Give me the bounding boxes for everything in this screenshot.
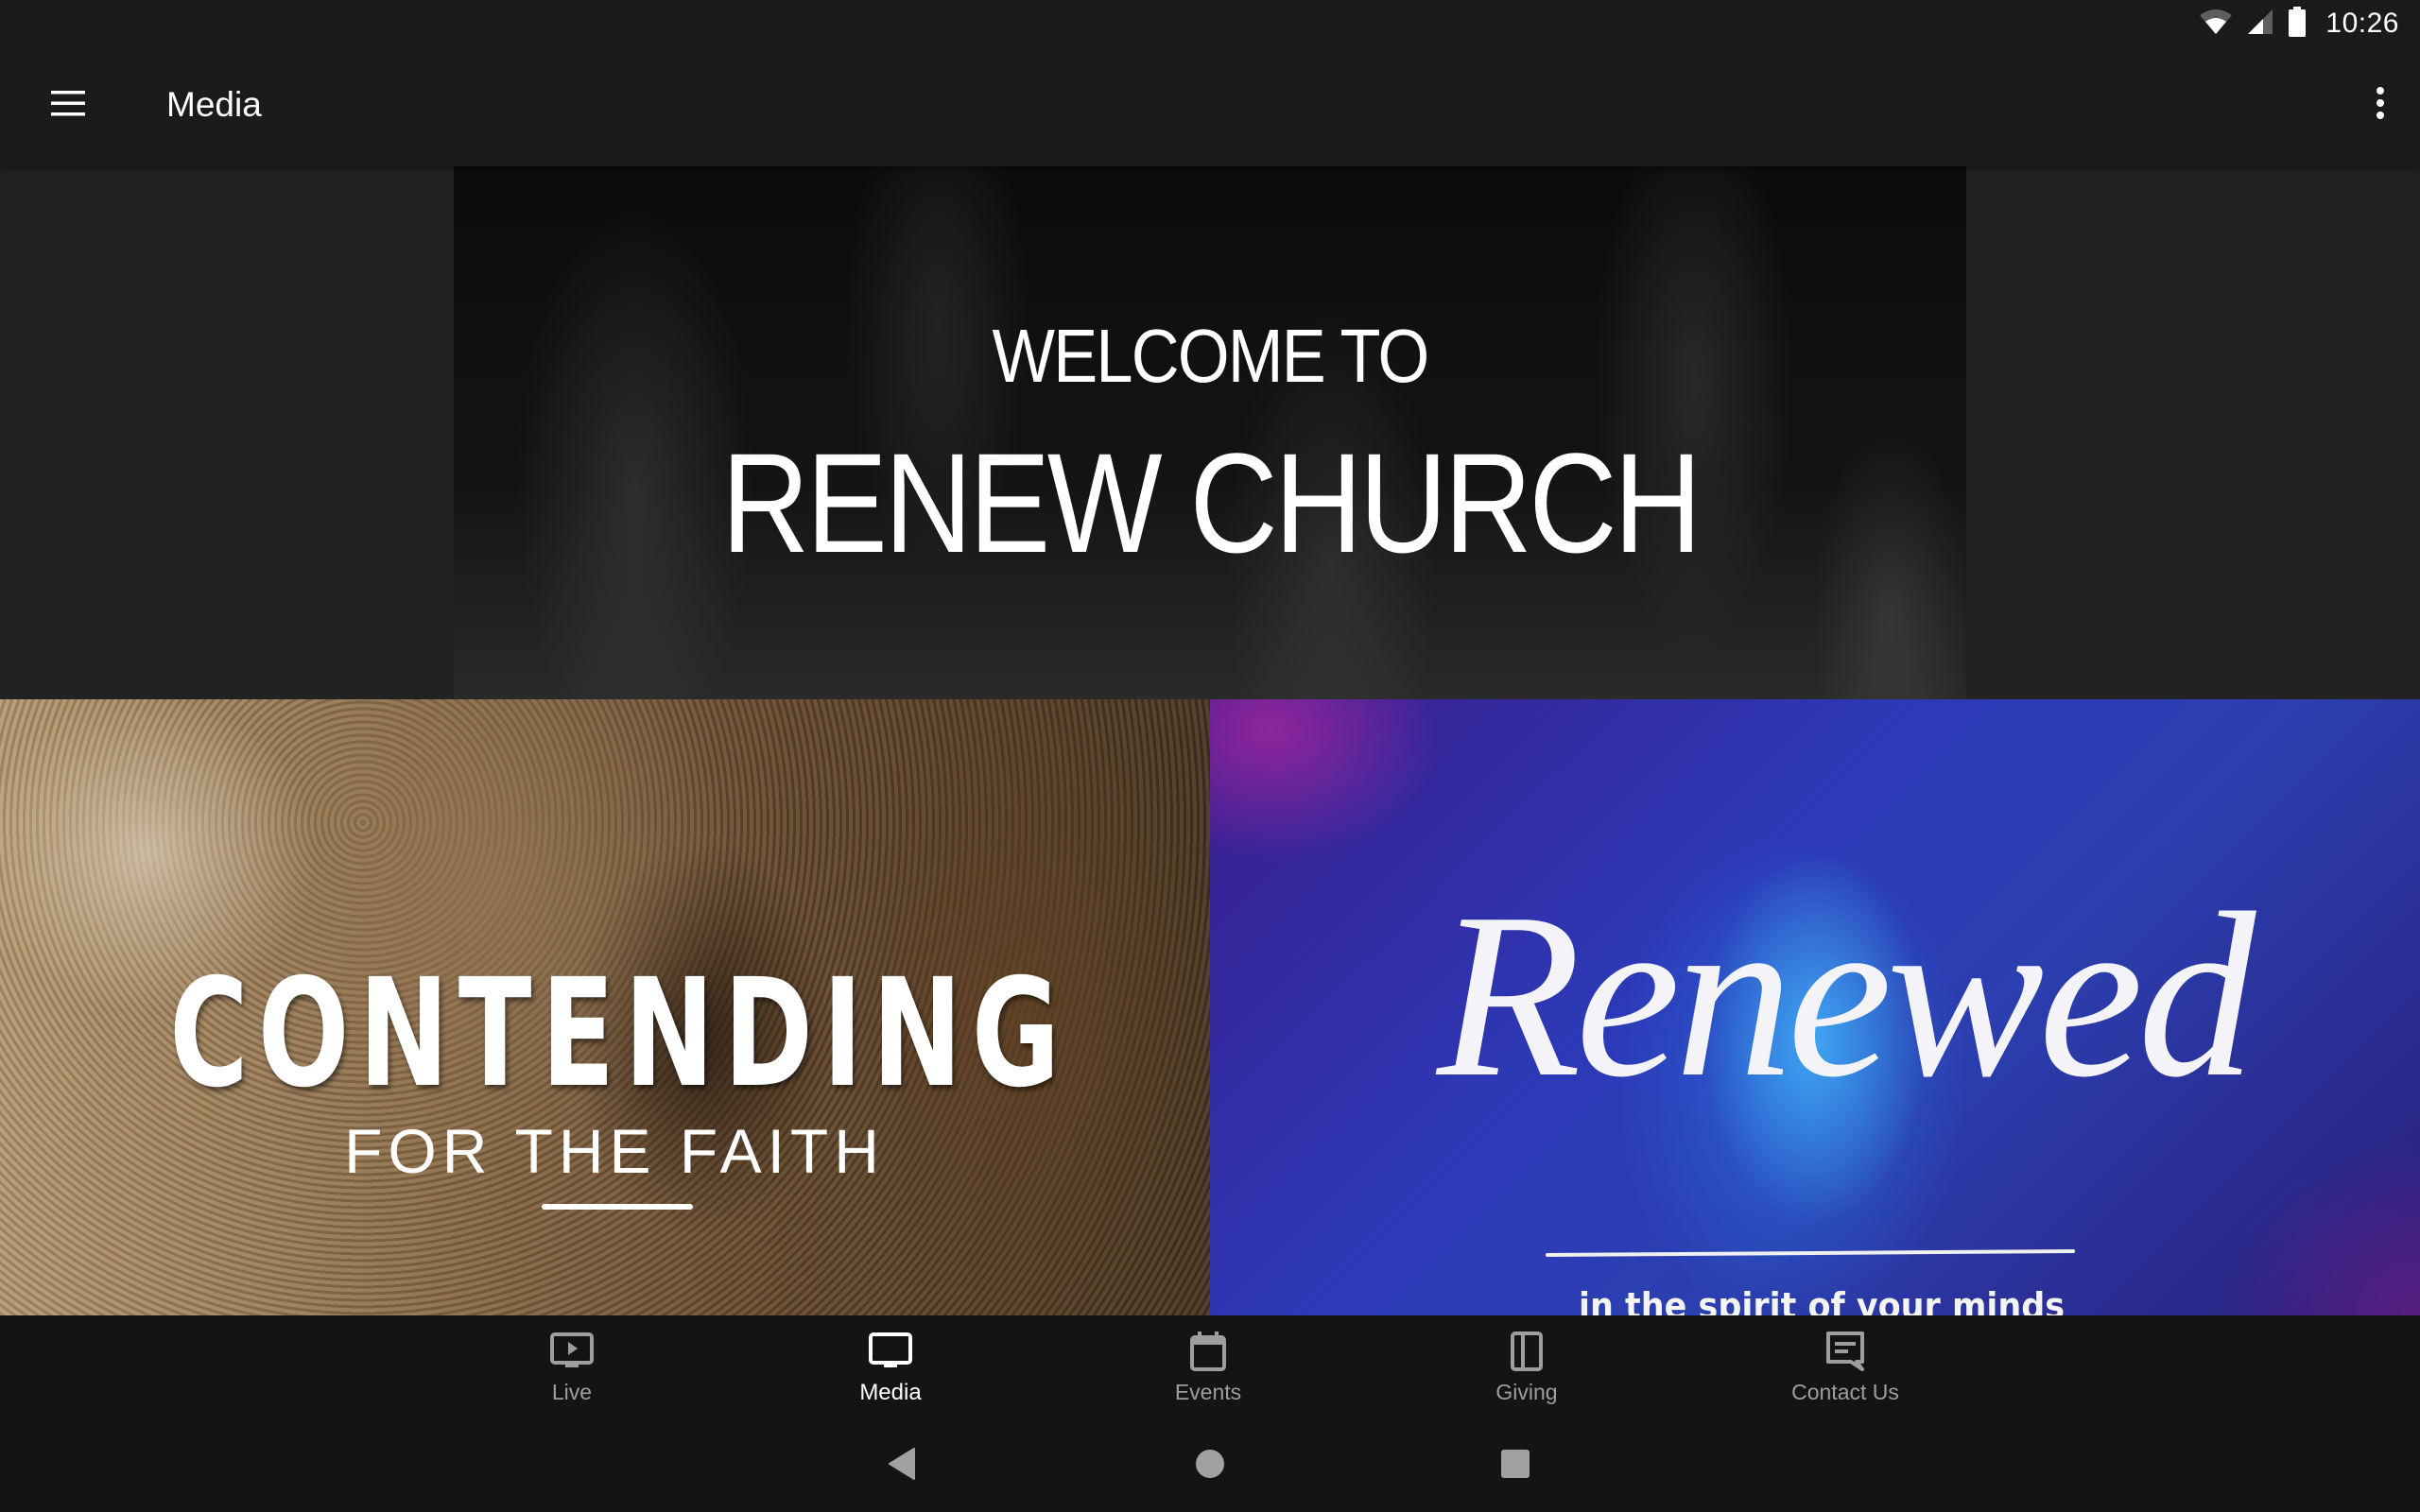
nav-label: Events bbox=[1174, 1380, 1242, 1404]
media-content: WELCOME TO RENEW CHURCH CONTENDING FOR T… bbox=[0, 166, 2420, 1315]
nav-item-events[interactable]: Events bbox=[1114, 1315, 1303, 1418]
tile-subtitle: FOR THE FAITH bbox=[344, 1116, 885, 1186]
status-icons: 10:26 bbox=[2199, 6, 2399, 42]
nav-label: Live bbox=[551, 1380, 593, 1404]
nav-item-media[interactable]: Media bbox=[796, 1315, 985, 1418]
back-icon bbox=[888, 1447, 918, 1485]
chat-icon bbox=[1823, 1331, 1868, 1372]
hamburger-menu-icon bbox=[49, 90, 87, 121]
nav-label: Contact Us bbox=[1791, 1380, 1899, 1404]
status-time: 10:26 bbox=[2325, 8, 2399, 39]
home-icon bbox=[1195, 1449, 1225, 1484]
home-button[interactable] bbox=[1182, 1442, 1238, 1489]
tile-divider bbox=[1545, 1249, 2076, 1257]
banner-line2: RENEW CHURCH bbox=[721, 423, 1702, 582]
system-navigation-bar bbox=[0, 1418, 2420, 1512]
tile-subtitle: in the spirit of your minds bbox=[1579, 1285, 2066, 1315]
nav-label: Media bbox=[859, 1380, 922, 1405]
welcome-banner[interactable]: WELCOME TO RENEW CHURCH bbox=[454, 166, 1966, 699]
wifi-icon bbox=[2199, 9, 2233, 40]
status-bar: 10:26 bbox=[0, 0, 2420, 47]
cellular-signal-icon bbox=[2246, 9, 2274, 40]
nav-item-live[interactable]: Live bbox=[477, 1315, 666, 1418]
media-tile-contending[interactable]: CONTENDING FOR THE FAITH bbox=[0, 699, 1210, 1315]
page-title: Media bbox=[166, 85, 262, 124]
back-button[interactable] bbox=[874, 1442, 931, 1489]
recents-button[interactable] bbox=[1487, 1442, 1544, 1489]
overflow-menu-button[interactable] bbox=[2354, 78, 2407, 131]
live-tv-icon bbox=[549, 1331, 595, 1372]
calendar-icon bbox=[1185, 1331, 1231, 1372]
media-tile-renewed[interactable]: Renewed in the spirit of your minds bbox=[1210, 699, 2420, 1315]
book-icon bbox=[1504, 1331, 1549, 1372]
nav-label: Giving bbox=[1495, 1380, 1558, 1404]
recents-icon bbox=[1500, 1449, 1530, 1484]
tv-icon bbox=[868, 1331, 913, 1372]
nav-item-contact-us[interactable]: Contact Us bbox=[1751, 1315, 1940, 1418]
bottom-navigation: Live Media Events Giving Contact Us bbox=[0, 1315, 2420, 1418]
tile-title: CONTENDING bbox=[169, 947, 1070, 1121]
navigation-menu-button[interactable] bbox=[42, 78, 95, 131]
tile-divider bbox=[542, 1204, 693, 1210]
nav-item-giving[interactable]: Giving bbox=[1432, 1315, 1621, 1418]
tile-title: Renewed bbox=[1437, 865, 2256, 1126]
app-bar: Media bbox=[0, 47, 2420, 166]
battery-icon bbox=[2288, 6, 2307, 42]
more-vert-icon bbox=[2375, 86, 2386, 125]
banner-line1: WELCOME TO bbox=[992, 314, 1430, 398]
